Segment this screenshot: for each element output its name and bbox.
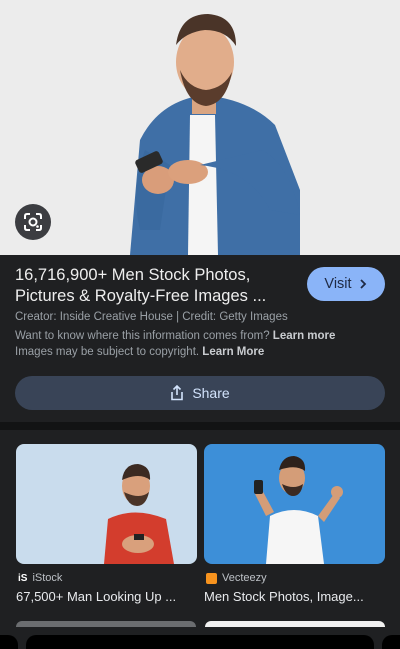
info-question: Want to know where this information come…: [15, 330, 270, 342]
share-button[interactable]: Share: [15, 376, 385, 410]
source-name: Vecteezy: [222, 572, 267, 584]
related-image-card[interactable]: iS iStock 67,500+ Man Looking Up ...: [16, 444, 197, 604]
image-info-panel: 16,716,900+ Men Stock Photos, Pictures &…: [0, 255, 400, 422]
man-with-phone-image: [0, 0, 400, 255]
info-source-line: Want to know where this information come…: [15, 330, 335, 342]
share-label: Share: [192, 385, 230, 401]
related-thumbnail[interactable]: [16, 444, 197, 564]
google-lens-icon: [24, 213, 42, 231]
bottom-navigation-bar[interactable]: [26, 635, 374, 649]
related-source: iS iStock: [18, 572, 62, 584]
man-looking-up-image: [16, 444, 197, 564]
excited-man-image: [204, 444, 385, 564]
result-title[interactable]: 16,716,900+ Men Stock Photos, Pictures &…: [15, 265, 300, 307]
google-lens-button[interactable]: [15, 204, 51, 240]
main-image[interactable]: [0, 0, 400, 255]
next-row-thumbnail-right[interactable]: [205, 621, 385, 627]
visit-label: Visit: [324, 276, 352, 292]
related-thumbnail[interactable]: [204, 444, 385, 564]
bottom-edge-right: [382, 635, 400, 649]
learn-more-link[interactable]: Learn more: [273, 330, 336, 342]
creator-credit: Creator: Inside Creative House | Credit:…: [15, 311, 288, 323]
related-image-card[interactable]: Vecteezy Men Stock Photos, Image...: [204, 444, 385, 604]
copyright-text: Images may be subject to copyright.: [15, 346, 200, 358]
copyright-line: Images may be subject to copyright. Lear…: [15, 346, 264, 358]
related-source: Vecteezy: [206, 572, 267, 584]
copyright-learn-more-link[interactable]: Learn More: [202, 346, 264, 358]
section-divider: [0, 422, 400, 430]
related-images-grid: iS iStock 67,500+ Man Looking Up ... Vec…: [0, 430, 400, 649]
istock-logo-icon: iS: [18, 572, 28, 584]
next-row-thumbnail-left[interactable]: [16, 621, 196, 627]
source-name: iStock: [32, 572, 63, 584]
visit-button[interactable]: Visit: [307, 267, 385, 301]
related-caption[interactable]: Men Stock Photos, Image...: [204, 589, 385, 604]
share-icon: [171, 385, 184, 401]
related-caption[interactable]: 67,500+ Man Looking Up ...: [16, 589, 197, 604]
chevron-right-icon: [359, 279, 366, 289]
vecteezy-logo-icon: [206, 572, 217, 584]
